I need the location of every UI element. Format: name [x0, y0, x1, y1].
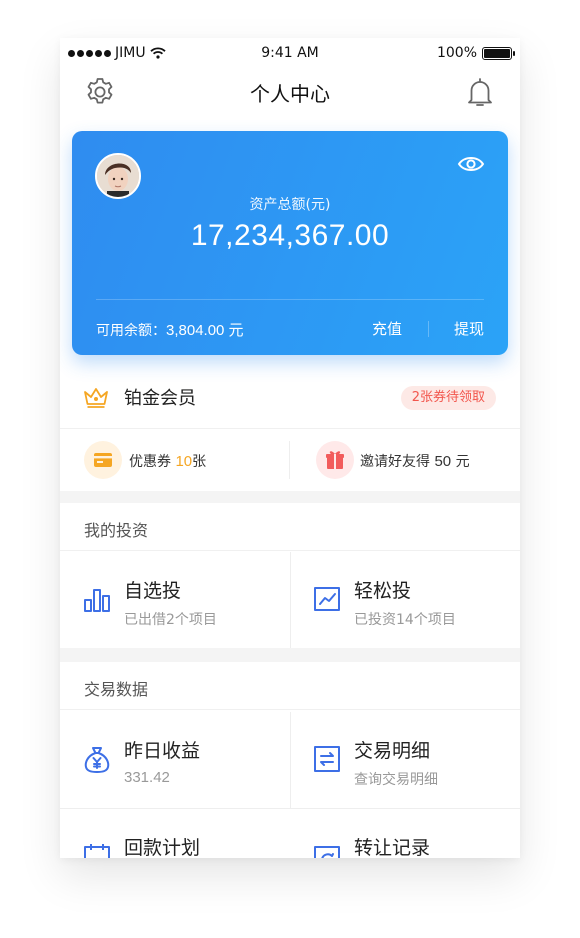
money-bag-icon [84, 747, 110, 773]
card-divider [96, 299, 484, 300]
section-gap [60, 491, 520, 503]
transaction-item[interactable]: 回款计划 [60, 809, 290, 858]
transaction-item[interactable]: 转让记录 [290, 809, 520, 858]
item-subtitle: 查询交易明细 [354, 772, 438, 788]
line-chart-icon [314, 587, 340, 611]
transaction-item[interactable]: 交易明细 查询交易明细 [290, 712, 520, 808]
avatar-image [97, 155, 139, 197]
perks-divider [289, 441, 290, 479]
cell-divider [290, 552, 291, 648]
available-balance-value: 3,804.00 元 [166, 322, 244, 339]
investments-header: 我的投资 [60, 503, 520, 551]
item-title: 昨日收益 [124, 740, 201, 762]
bell-icon[interactable] [462, 74, 498, 110]
invite-amount: 50 [434, 453, 452, 470]
investment-item[interactable]: 轻松投 已投资14个项目 [290, 552, 520, 648]
item-title: 轻松投 [354, 580, 412, 602]
battery-area: 100% [436, 45, 515, 61]
investment-item[interactable]: 自选投 已出借2个项目 [60, 552, 290, 648]
eye-icon[interactable] [456, 151, 486, 177]
calendar-icon [84, 844, 110, 858]
total-assets-label: 资产总额(元) [249, 197, 331, 213]
member-tier: 铂金会员 [124, 388, 196, 409]
gift-icon[interactable] [316, 441, 354, 479]
available-balance-label: 可用余额： [96, 323, 166, 339]
battery-icon [482, 46, 515, 60]
asset-card: 资产总额(元) 17,234,367.00 可用余额：3,804.00 元 充值… [72, 131, 508, 355]
card-action-divider [428, 321, 429, 337]
item-subtitle: 已投资14个项目 [354, 612, 456, 628]
item-title: 交易明细 [354, 740, 431, 762]
yesterday-earnings-value: 331.42 [124, 769, 170, 786]
withdraw-button[interactable]: 提现 [454, 318, 484, 339]
membership-row[interactable]: 铂金会员 2张券待领取 [60, 365, 520, 429]
coupon-count: 10 [175, 453, 193, 470]
coupon-label: 优惠券 [129, 454, 171, 470]
coupon-icon[interactable] [84, 441, 122, 479]
coupon-link[interactable]: 优惠券 10张 [129, 451, 206, 471]
phone-screen: JIMU 9:41 AM 100% 个人中心 资产总额(元) 17,234,36… [60, 38, 520, 858]
nav-bar: 个人中心 [60, 68, 520, 116]
transaction-item[interactable]: 昨日收益 331.42 [60, 712, 290, 808]
investments-title: 我的投资 [84, 521, 149, 540]
bar-chart-icon [84, 589, 110, 612]
item-title: 回款计划 [124, 837, 201, 858]
transactions-title: 交易数据 [84, 680, 149, 699]
invite-unit: 元 [455, 454, 470, 470]
page-title: 个人中心 [250, 82, 330, 106]
transfer-icon [314, 846, 340, 858]
section-gap [60, 648, 520, 662]
battery-percent: 100% [436, 45, 477, 61]
crown-icon [84, 388, 108, 408]
status-bar: JIMU 9:41 AM 100% [60, 38, 520, 68]
exchange-icon [314, 746, 340, 772]
perks-row: 优惠券 10张 邀请好友得 50 元 [60, 429, 520, 491]
item-title: 自选投 [124, 580, 182, 602]
item-subtitle: 已出借2个项目 [124, 612, 217, 628]
invite-link[interactable]: 邀请好友得 50 元 [360, 451, 470, 471]
recharge-button[interactable]: 充值 [372, 318, 402, 339]
item-title: 转让记录 [354, 837, 431, 858]
coupon-claim-badge[interactable]: 2张券待领取 [400, 386, 496, 410]
avatar[interactable] [95, 153, 141, 199]
coupon-unit: 张 [192, 454, 207, 470]
available-balance: 可用余额：3,804.00 元 [96, 319, 244, 340]
transactions-header: 交易数据 [60, 662, 520, 710]
invite-label: 邀请好友得 [360, 454, 430, 470]
total-assets-amount: 17,234,367.00 [190, 219, 390, 252]
